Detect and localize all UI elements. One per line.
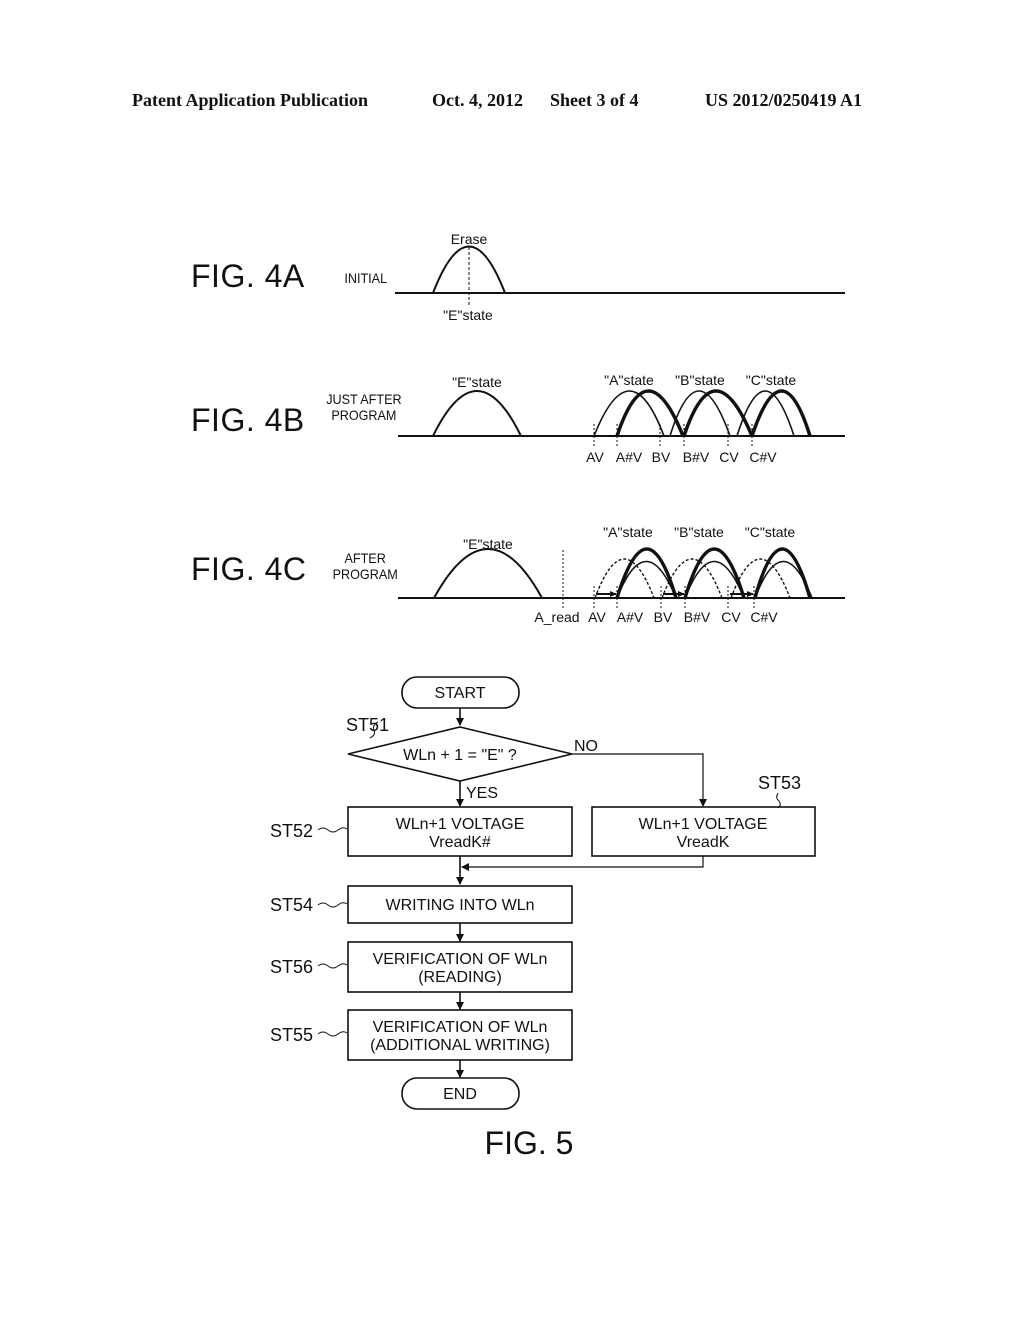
st54-step-label: ST54 [270,895,313,915]
st54-leader [317,902,348,908]
fig-4c-b-hash-v-label: B#V [684,609,711,625]
end-label: END [443,1086,477,1103]
fig-4c-a-state-label: "A"state [603,524,653,540]
st51-step-label: ST51 [346,715,389,735]
st56-line2: (READING) [418,969,502,986]
fig-4b-b-hash-v-label: B#V [683,449,710,465]
fig-4c-a-read-label: A_read [534,609,579,625]
st56-line1: VERIFICATION OF WLn [373,951,548,968]
fig-4b-b-state-label: "B"state [675,372,725,388]
st53-step-label: ST53 [758,773,801,793]
fig-4c-a-hash-v-label: A#V [617,609,644,625]
fig-4c-e-state-label: "E"state [463,536,513,552]
st56-leader [317,963,348,969]
fig-4c-bv-label: BV [654,609,673,625]
st52-leader [317,827,348,833]
st53-line2: VreadK [677,834,730,851]
fig-4a-diagram: Erase "E"state [395,231,845,323]
yes-label: YES [466,785,498,802]
fig-5-label: FIG. 5 [485,1125,574,1161]
fig-4b-e-curve [432,390,522,437]
st56-step-label: ST56 [270,957,313,977]
arrow-no-to-st53 [572,753,707,807]
st53-leader [776,792,781,809]
fig-4c-b-state-label: "B"state [674,524,724,540]
st55-step-label: ST55 [270,1025,313,1045]
fig-4c-c-hash-v-label: C#V [750,609,778,625]
start-label: START [435,685,486,702]
st55-line2: (ADDITIONAL WRITING) [370,1037,550,1054]
fig-4b-c-state-label: "C"state [746,372,797,388]
fig-4c-e-curve [433,548,543,599]
figures-canvas: Erase "E"state "E"state "A"state "B"stat… [270,231,845,1161]
fig-4b-a-state-label: "A"state [604,372,654,388]
fig-4b-cv-label: CV [719,449,739,465]
fig-4b-bv-label: BV [652,449,671,465]
no-label: NO [574,738,598,755]
fig-4c-c-state-label: "C"state [745,524,796,540]
fig-4c-thick-curves [615,547,812,599]
st53-line1: WLn+1 VOLTAGE [639,816,768,833]
fig-4b-a-hash-v-label: A#V [616,449,643,465]
fig-4b-diagram: "E"state "A"state "B"state "C"state AV A… [398,372,845,465]
fig-4b-b-curve-thick [682,389,754,437]
fig-4b-av-label: AV [586,449,604,465]
st52-line2: VreadK# [429,834,491,851]
st55-leader [317,1031,348,1037]
fig-4b-e-state-label: "E"state [452,374,502,390]
st54-line1: WRITING INTO WLn [385,897,534,914]
fig-4c-diagram: "E"state "A"state "B"state "C"state A_re… [398,524,845,625]
fig-4c-av-label: AV [588,609,606,625]
st52-step-label: ST52 [270,821,313,841]
st55-line1: VERIFICATION OF WLn [373,1019,548,1036]
fig-4b-c-hash-v-label: C#V [749,449,777,465]
fig-4b-a-curve-thick [615,389,685,437]
fig-4a-state-label: "E"state [443,307,493,323]
fig-4c-cv-label: CV [721,609,741,625]
fig-4b-c-curve-thick [750,389,812,437]
fig-4b-c-curve-thin [736,390,795,437]
st52-line1: WLn+1 VOLTAGE [396,816,525,833]
fig-4b-a-curve-thin [593,390,665,437]
fig-4a-erase-label: Erase [451,231,488,247]
arrow-st53-merge [461,856,704,871]
st51-question: WLn + 1 = "E" ? [403,747,517,764]
